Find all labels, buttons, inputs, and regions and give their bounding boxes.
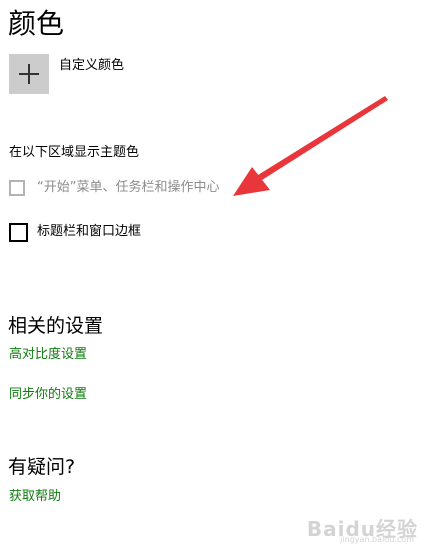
start-taskbar-checkbox[interactable] xyxy=(9,180,25,196)
arrow-head xyxy=(233,167,270,196)
custom-color-label[interactable]: 自定义颜色 xyxy=(59,57,124,75)
get-help-link[interactable]: 获取帮助 xyxy=(9,488,61,506)
titlebar-checkbox[interactable] xyxy=(9,223,28,242)
page-title: 颜色 xyxy=(8,7,65,40)
accent-section-label: 在以下区域显示主题色 xyxy=(9,145,140,160)
titlebar-checkbox-label[interactable]: 标题栏和窗口边框 xyxy=(37,223,141,241)
high-contrast-settings-link[interactable]: 高对比度设置 xyxy=(9,346,87,364)
add-custom-color-button[interactable] xyxy=(9,54,49,94)
sync-settings-link[interactable]: 同步你的设置 xyxy=(9,386,87,404)
arrow-shaft xyxy=(258,96,388,180)
question-heading: 有疑问? xyxy=(8,456,76,478)
start-taskbar-checkbox-label[interactable]: “开始”菜单、任务栏和操作中心 xyxy=(37,179,219,197)
related-settings-heading: 相关的设置 xyxy=(8,315,104,337)
watermark-url: jingyan.baidu.com xyxy=(340,535,414,544)
plus-icon-vertical xyxy=(28,64,30,84)
